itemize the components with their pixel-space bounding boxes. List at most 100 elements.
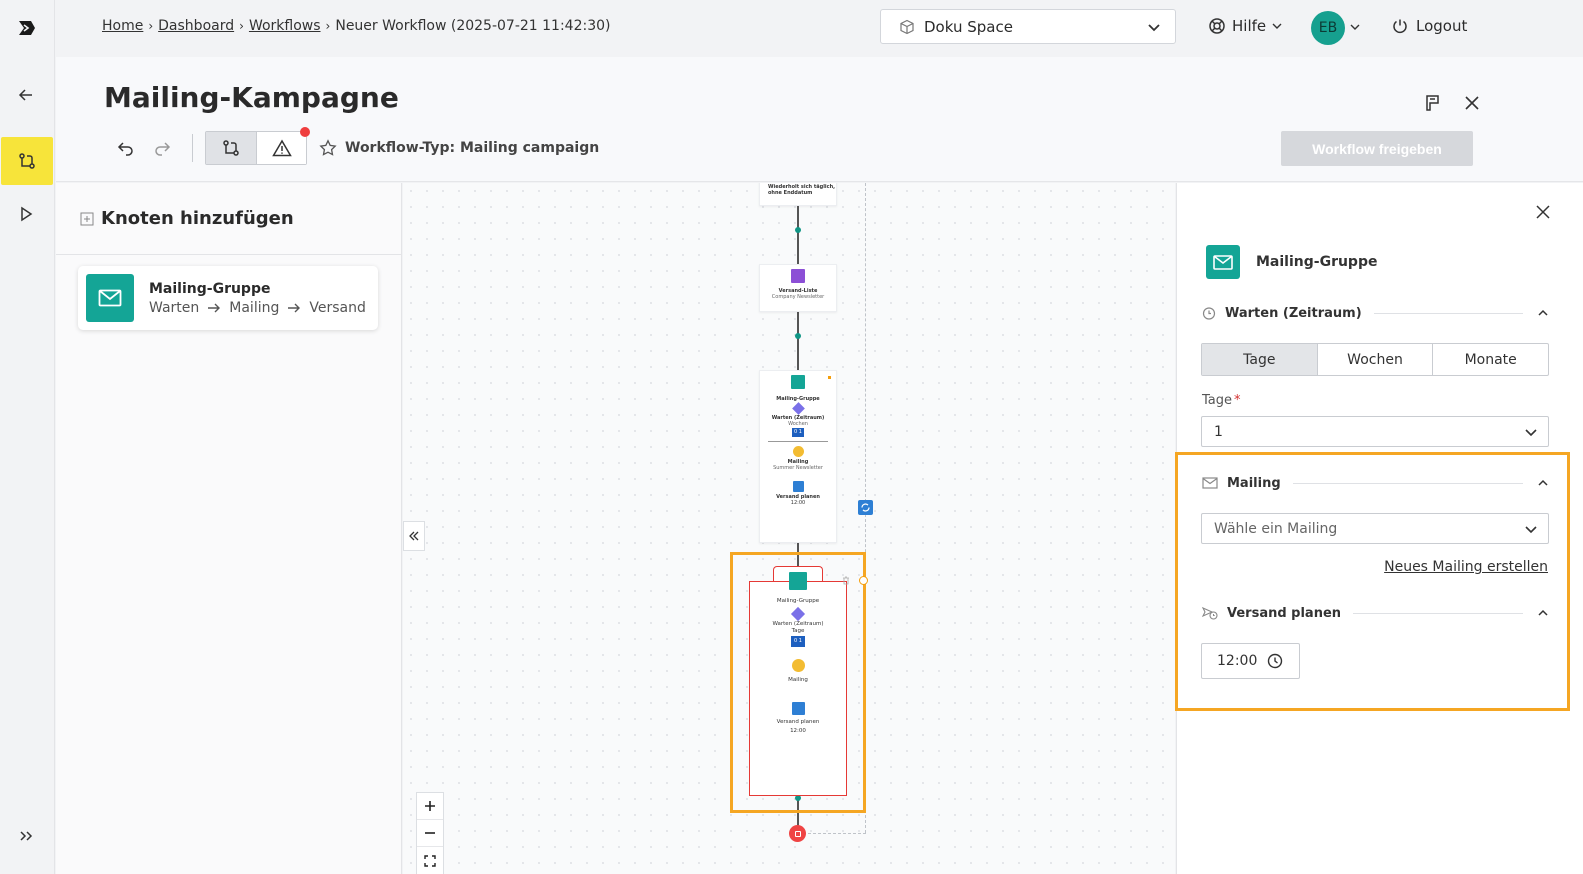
section-divider	[1292, 482, 1523, 484]
chevron-up-icon[interactable]	[1537, 607, 1549, 619]
time-hours[interactable]: 12	[1217, 653, 1235, 669]
zoom-in-button[interactable]	[417, 793, 443, 820]
chevron-right-icon: ›	[239, 19, 244, 33]
days-select[interactable]: 1	[1201, 416, 1549, 447]
collapse-panel-button[interactable]	[403, 521, 425, 551]
node-group1-wait-value: 0 1	[792, 428, 804, 437]
editor-toolbar: Workflow-Typ: Mailing campaign	[108, 127, 599, 165]
run-play-icon[interactable]	[0, 190, 52, 238]
chevron-up-icon[interactable]	[1537, 307, 1549, 319]
app-logo-icon[interactable]	[16, 17, 38, 39]
help-menu[interactable]: Hilfe	[1208, 17, 1282, 35]
cube-icon	[900, 19, 914, 34]
mailing-circle-icon	[791, 659, 805, 672]
days-select-value: 1	[1214, 423, 1223, 440]
breadcrumb-home[interactable]: Home	[102, 18, 143, 34]
undo-button[interactable]	[108, 131, 144, 165]
space-selector-value: Doku Space	[924, 17, 1013, 36]
section-divider	[1373, 312, 1523, 314]
schedule-icon	[791, 702, 805, 715]
expand-rail-icon[interactable]	[0, 812, 52, 860]
close-icon[interactable]	[1463, 94, 1481, 112]
loop-connector	[808, 833, 866, 834]
mail-icon	[1206, 245, 1240, 279]
section-mailing[interactable]: Mailing	[1202, 473, 1549, 493]
close-icon[interactable]	[1535, 204, 1551, 220]
section-schedule-label: Versand planen	[1227, 605, 1342, 621]
breadcrumb: Home › Dashboard › Workflows › Neuer Wor…	[102, 18, 610, 34]
create-new-mailing-link[interactable]: Neues Mailing erstellen	[1384, 559, 1548, 575]
chevrons-left-icon	[409, 531, 419, 541]
loop-sync-icon[interactable]	[858, 500, 873, 515]
node-group1-mailing-name: Summer Newsletter	[773, 465, 823, 471]
chevron-down-icon	[1525, 525, 1537, 533]
wait-diamond-icon	[791, 402, 805, 415]
unit-weeks[interactable]: Wochen	[1316, 344, 1433, 375]
zoom-out-button[interactable]	[417, 820, 443, 847]
redo-button[interactable]	[144, 131, 180, 165]
release-workflow-button[interactable]: Workflow freigeben	[1281, 131, 1473, 166]
node-group2-wait-value: 0 1	[791, 636, 805, 647]
arrow-right-icon	[208, 303, 221, 312]
wait-diamond-icon	[790, 606, 806, 622]
wait-unit-toggle: Tage Wochen Monate	[1201, 343, 1549, 376]
flag-note-icon[interactable]	[1424, 94, 1442, 112]
chevron-right-icon: ›	[148, 19, 154, 33]
node-group2-plan: Versand planen	[776, 719, 820, 725]
time-minutes[interactable]: 00	[1240, 653, 1258, 669]
section-schedule[interactable]: Versand planen	[1202, 603, 1549, 623]
canvas-node-mailing-group-2[interactable]: Mailing-Gruppe Warten (Zeitraum) Tage 0 …	[749, 581, 847, 796]
section-divider	[1353, 612, 1523, 614]
unit-days[interactable]: Tage	[1202, 344, 1317, 375]
panel-node-title: Mailing-Gruppe	[1256, 254, 1378, 270]
send-time-input[interactable]: 12:00	[1201, 643, 1300, 679]
canvas-node-trigger[interactable]: Wiederholt sich täglich, ohne Enddatum	[759, 183, 837, 206]
clock-icon[interactable]	[1267, 653, 1283, 669]
mail-icon	[1202, 477, 1218, 489]
page-title: Mailing-Kampagne	[104, 81, 399, 114]
node-card-mailing-group[interactable]: Mailing-Gruppe Warten Mailing Versand	[78, 266, 378, 330]
node-group2-title: Mailing-Gruppe	[776, 598, 820, 604]
chevron-right-icon: ›	[325, 19, 331, 33]
lifebuoy-icon	[1209, 18, 1225, 34]
workflow-editor-icon[interactable]	[1, 137, 53, 185]
chevron-down-icon	[1525, 428, 1537, 436]
fit-view-button[interactable]	[417, 847, 443, 874]
connector-line	[797, 206, 799, 264]
timer-icon	[1202, 307, 1216, 320]
unit-months[interactable]: Monate	[1432, 344, 1548, 375]
chevron-up-icon[interactable]	[1537, 477, 1549, 489]
end-node-icon[interactable]	[789, 825, 806, 842]
power-icon	[1393, 19, 1407, 34]
section-wait[interactable]: Warten (Zeitraum)	[1202, 303, 1549, 323]
logout-button[interactable]: Logout	[1392, 17, 1467, 35]
chevron-down-icon[interactable]	[1350, 22, 1360, 32]
connector-line	[797, 312, 799, 370]
node-list-sub: Company Newsletter	[771, 294, 825, 300]
connector-handle[interactable]	[795, 333, 801, 339]
chevron-down-icon	[1148, 23, 1160, 31]
trash-icon[interactable]	[842, 576, 850, 585]
warnings-button[interactable]	[256, 132, 306, 164]
node-group2-wait-unit: Tage	[791, 628, 805, 634]
plus-icon	[425, 801, 435, 811]
back-arrow-icon[interactable]	[0, 71, 52, 119]
canvas-node-send-list[interactable]: Versand-Liste Company Newsletter	[759, 264, 837, 312]
workflow-view-button[interactable]	[206, 132, 256, 164]
avatar[interactable]: EB	[1311, 11, 1345, 45]
workflow-canvas[interactable]: Wiederholt sich täglich, ohne Enddatum V…	[403, 183, 1175, 874]
left-rail	[0, 0, 55, 874]
top-bar: Home › Dashboard › Workflows › Neuer Wor…	[56, 0, 1583, 57]
space-selector[interactable]: Doku Space	[880, 9, 1176, 44]
page-header: Mailing-Kampagne Workflow-Typ: Mailing c…	[56, 57, 1583, 182]
mailing-select[interactable]: Wähle ein Mailing	[1201, 513, 1549, 544]
canvas-node-mailing-group-1[interactable]: Mailing-Gruppe Warten (Zeitraum) Wochen …	[759, 370, 837, 543]
breadcrumb-dashboard[interactable]: Dashboard	[158, 18, 234, 34]
star-icon[interactable]	[319, 139, 337, 157]
connector-handle[interactable]	[795, 227, 801, 233]
breadcrumb-workflows[interactable]: Workflows	[249, 18, 321, 34]
node-trigger-line2: ohne Enddatum	[768, 190, 813, 196]
warning-indicator-dot	[300, 127, 310, 137]
send-clock-icon	[1202, 606, 1218, 620]
zoom-controls	[416, 792, 444, 874]
